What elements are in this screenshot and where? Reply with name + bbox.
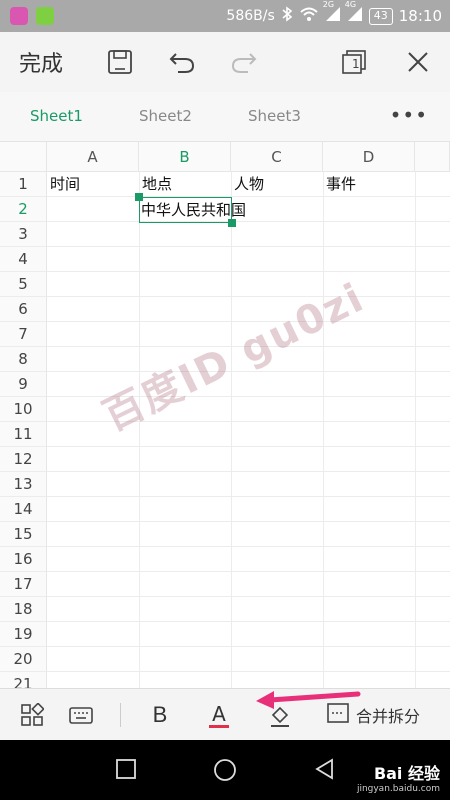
col-header-b[interactable]: B (139, 142, 231, 172)
grid-line (415, 172, 416, 688)
grid-line (47, 221, 450, 222)
baidu-brand: Bai 经验 (373, 764, 440, 783)
wifi-icon (299, 6, 319, 26)
row-header-15[interactable]: 15 (0, 522, 47, 547)
undo-icon[interactable] (164, 44, 200, 80)
row-header-3[interactable]: 3 (0, 222, 47, 247)
corner-cell[interactable] (0, 142, 47, 172)
grid-line (47, 446, 450, 447)
toolbar-divider (120, 703, 121, 727)
save-icon[interactable] (102, 44, 138, 80)
font-color-label: A (212, 701, 226, 726)
grid-line (47, 346, 450, 347)
redo-icon[interactable] (226, 44, 262, 80)
row-header-11[interactable]: 11 (0, 422, 47, 447)
navigation-bar: Bai 经验 jingyan.baidu.com (0, 740, 450, 800)
selection-handle-top-left[interactable] (135, 193, 143, 201)
row-header-18[interactable]: 18 (0, 597, 47, 622)
signal-2g-icon: 2G (323, 0, 341, 26)
grid-line (47, 521, 450, 522)
bluetooth-icon (281, 6, 293, 26)
home-icon[interactable] (213, 758, 237, 786)
page-count: 1 (352, 57, 360, 71)
cell-a1[interactable]: 时间 (50, 172, 80, 197)
done-button[interactable]: 完成 (19, 46, 63, 78)
col-header-d[interactable]: D (323, 142, 415, 172)
status-bar: 586B/s 2G 4G 43 18:10 (0, 0, 450, 32)
baidu-jingyan-logo: Bai 经验 jingyan.baidu.com (357, 760, 440, 794)
grid-line (47, 396, 450, 397)
row-header-16[interactable]: 16 (0, 547, 47, 572)
row-header-7[interactable]: 7 (0, 322, 47, 347)
grid-line (323, 172, 324, 688)
signal-4g-icon: 4G (345, 0, 363, 26)
grid-line (47, 371, 450, 372)
close-icon[interactable] (400, 44, 436, 80)
gallery-app-icon (10, 7, 28, 25)
cell-b1[interactable]: 地点 (142, 172, 172, 197)
merge-split-label: 合并拆分 (356, 707, 421, 726)
grid-line (47, 571, 450, 572)
row-header-4[interactable]: 4 (0, 247, 47, 272)
grid-line (47, 271, 450, 272)
row-header-21[interactable]: 21 (0, 672, 47, 688)
row-header-6[interactable]: 6 (0, 297, 47, 322)
row-header-14[interactable]: 14 (0, 497, 47, 522)
row-header-8[interactable]: 8 (0, 347, 47, 372)
row-header-1[interactable]: 1 (0, 172, 47, 197)
col-header-e[interactable] (415, 142, 450, 172)
grid-line (47, 646, 450, 647)
bottom-toolbar: B A 合并拆分 (0, 688, 450, 740)
wechat-app-icon (36, 7, 54, 25)
row-header-12[interactable]: 12 (0, 447, 47, 472)
more-tabs-button[interactable]: ••• (390, 103, 428, 127)
grid-line (47, 321, 450, 322)
row-header-20[interactable]: 20 (0, 647, 47, 672)
grid-line (47, 621, 450, 622)
row-header-17[interactable]: 17 (0, 572, 47, 597)
row-header-2[interactable]: 2 (0, 197, 47, 222)
selected-cell-border (139, 197, 232, 223)
row-header-10[interactable]: 10 (0, 397, 47, 422)
font-color-button[interactable]: A (204, 701, 234, 729)
battery-indicator: 43 (368, 7, 393, 25)
keyboard-icon[interactable] (66, 701, 96, 729)
clock: 18:10 (398, 7, 442, 25)
col-header-a[interactable]: A (47, 142, 139, 172)
apps-grid-icon[interactable] (18, 701, 46, 729)
grid-line (47, 421, 450, 422)
grid-line (47, 296, 450, 297)
row-header-19[interactable]: 19 (0, 622, 47, 647)
tab-sheet2[interactable]: Sheet2 (139, 107, 192, 125)
pointer-arrow-annotation (256, 691, 361, 709)
grid-line (47, 246, 450, 247)
network-speed: 586B/s (226, 8, 275, 24)
grid-line (47, 496, 450, 497)
row-header-13[interactable]: 13 (0, 472, 47, 497)
selection-handle-bottom-right[interactable] (228, 219, 236, 227)
page-switch-icon[interactable]: 1 (336, 44, 372, 80)
grid-line (47, 596, 450, 597)
cell-c1[interactable]: 人物 (234, 172, 264, 197)
recent-apps-icon[interactable] (115, 758, 137, 784)
font-color-swatch (209, 724, 229, 728)
back-icon[interactable] (314, 758, 336, 784)
row-header-9[interactable]: 9 (0, 372, 47, 397)
grid-line (139, 172, 140, 688)
grid-line (47, 546, 450, 547)
grid-line (47, 471, 450, 472)
tab-sheet3[interactable]: Sheet3 (248, 107, 301, 125)
grid-line (231, 172, 232, 688)
grid-line (47, 671, 450, 672)
spreadsheet-grid[interactable]: A B C D 1 2 3 4 5 6 7 8 9 10 11 12 13 14 15 16 17 18 19 20 2… (0, 142, 450, 688)
cell-d1[interactable]: 事件 (326, 172, 356, 197)
bold-button[interactable]: B (145, 701, 175, 729)
col-header-c[interactable]: C (231, 142, 323, 172)
sheet-tabs: Sheet1 Sheet2 Sheet3 ••• (0, 92, 450, 142)
baidu-url: jingyan.baidu.com (356, 784, 440, 794)
tab-sheet1[interactable]: Sheet1 (30, 107, 83, 125)
row-header-5[interactable]: 5 (0, 272, 47, 297)
top-toolbar: 完成 1 (0, 32, 450, 92)
